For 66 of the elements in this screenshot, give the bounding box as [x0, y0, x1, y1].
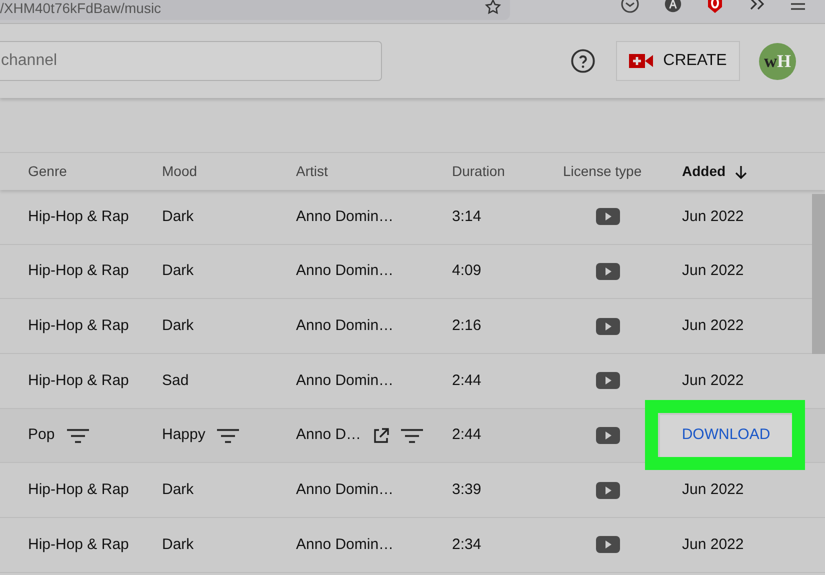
table-cell-text: Hip-Hop & Rap	[28, 480, 129, 500]
table-cell-text: Hip-Hop & Rap	[28, 534, 129, 555]
table-cell-text: Pop	[28, 425, 55, 446]
column-header[interactable]: Added	[682, 161, 726, 182]
star-icon[interactable]	[484, 0, 502, 16]
table-cell: Jun 2022	[682, 536, 744, 553]
video-play-icon	[596, 427, 620, 444]
scrollbar[interactable]	[812, 194, 825, 354]
table-cell-text: 2:44	[452, 425, 482, 446]
url-text: /XHM40t76kFdBaw/music	[0, 0, 162, 14]
table-cell-text: Sad	[162, 370, 189, 391]
search-field[interactable]: channel	[0, 41, 382, 81]
video-play-icon	[596, 263, 620, 280]
table-cell-text: Hip-Hop & Rap	[28, 261, 129, 282]
table-cell-text: Hip-Hop & Rap	[28, 370, 129, 391]
video-play-icon	[596, 536, 620, 554]
video-play-icon	[596, 208, 620, 226]
table-cell-text: 2:16	[452, 316, 482, 336]
column-header[interactable]: Mood	[162, 161, 198, 182]
table-cell: Jun 2022	[682, 262, 744, 280]
sort-arrow-icon[interactable]	[734, 164, 748, 178]
download-button[interactable]: DOWNLOAD	[660, 414, 792, 457]
filter-icon[interactable]	[66, 428, 89, 443]
table-cell-text: 2:34	[452, 534, 482, 555]
help-icon[interactable]	[570, 48, 596, 74]
video-camera-icon	[629, 53, 654, 69]
table-cell-text: 4:09	[452, 261, 482, 282]
table-cell: Jun 2022	[682, 372, 744, 389]
filter-icon[interactable]	[217, 428, 240, 443]
table-cell-text: Dark	[162, 261, 194, 282]
table-cell-text: Dark	[162, 316, 194, 336]
video-play-icon	[596, 318, 620, 335]
table-cell-text: Anno D…	[296, 425, 362, 446]
table-cell-text: Hip-Hop & Rap	[28, 206, 129, 227]
column-header[interactable]: Genre	[28, 161, 67, 182]
table-cell-text: Anno Domin…	[296, 480, 394, 500]
table-cell-text: Dark	[162, 480, 194, 500]
create-button[interactable]: CREATE	[616, 41, 740, 81]
table-cell-text: 3:14	[452, 206, 482, 227]
table-cell-text: Hip-Hop & Rap	[28, 316, 129, 336]
external-link-icon[interactable]	[373, 428, 390, 444]
column-header[interactable]: License type	[563, 161, 642, 182]
table-cell-text: Anno Domin…	[296, 534, 394, 555]
extension-icon[interactable]	[706, 0, 724, 14]
menu-icon[interactable]	[790, 0, 806, 12]
table-cell-text: Happy	[162, 425, 206, 446]
filter-icon[interactable]	[401, 428, 424, 443]
column-header[interactable]: Duration	[452, 161, 505, 182]
avatar[interactable]: wH	[759, 42, 796, 80]
table-cell-text: Anno Domin…	[296, 206, 394, 227]
url-field[interactable]: /XHM40t76kFdBaw/music	[0, 0, 510, 20]
table-cell-text: Dark	[162, 534, 194, 555]
table-cell: Jun 2022	[682, 316, 744, 334]
video-play-icon	[596, 482, 620, 499]
table-cell-text: Anno Domin…	[296, 316, 394, 336]
table-cell-text: 2:44	[452, 370, 482, 391]
video-play-icon	[596, 372, 620, 390]
table-cell-text: 3:39	[452, 480, 482, 500]
table-cell: Jun 2022	[682, 481, 744, 498]
table-cell-text: Dark	[162, 206, 194, 227]
table-cell: Jun 2022	[682, 208, 744, 225]
table-row-highlight[interactable]: Pop Happy Anno D… 2:44 DOWNLOAD	[0, 408, 825, 464]
table-cell-text: Anno Domin…	[296, 261, 394, 282]
column-header[interactable]: Artist	[296, 161, 328, 182]
account-icon[interactable]	[664, 0, 682, 13]
table-cell-text: Anno Domin…	[296, 370, 394, 391]
